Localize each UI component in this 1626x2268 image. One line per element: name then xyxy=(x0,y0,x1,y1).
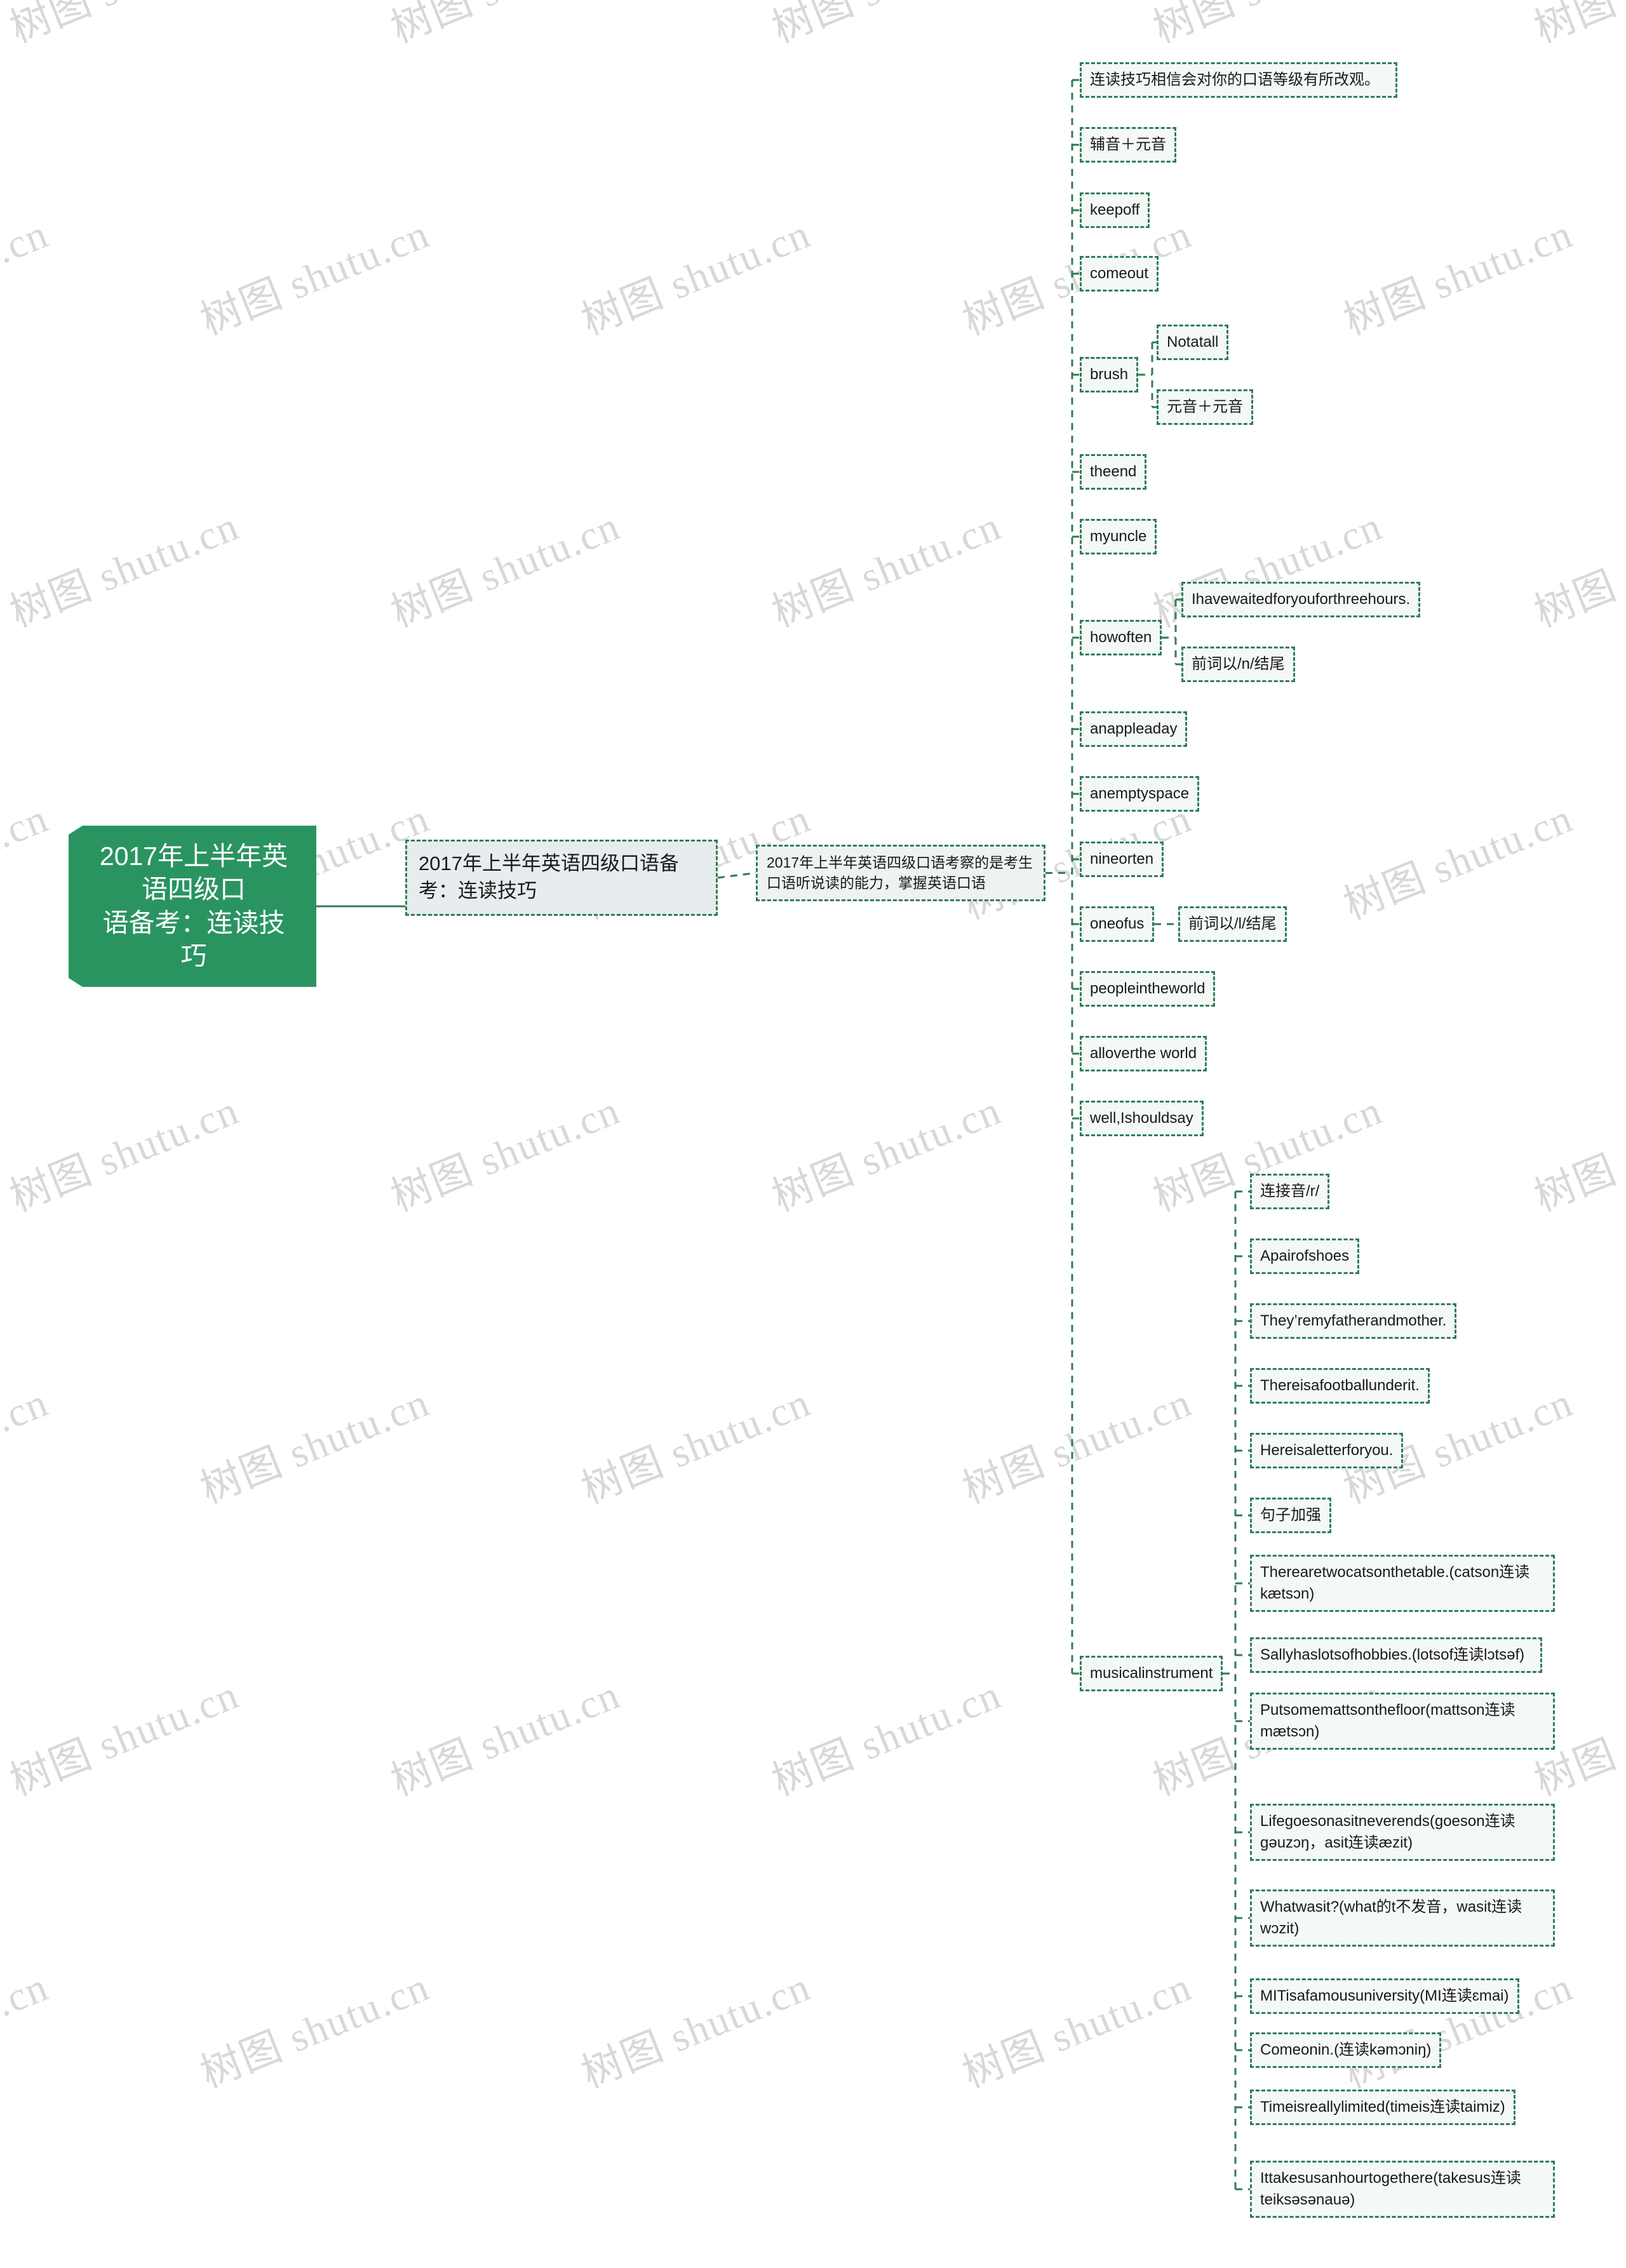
music-label-0: 连接音/r/ xyxy=(1260,1183,1320,1200)
branch-node-3[interactable]: comeout xyxy=(1080,256,1159,292)
root-label-line2: 语备考：连读技巧 xyxy=(102,908,285,971)
music-child-11[interactable]: MITisafamousuniversity(MI连读ɛmai) xyxy=(1250,1978,1519,2015)
music-label-1: Apairofshoes xyxy=(1260,1247,1350,1265)
music-child-3[interactable]: Thereisafootballunderit. xyxy=(1250,1368,1430,1404)
branch-label-1: 辅音＋元音 xyxy=(1090,136,1166,153)
branch-label-3: comeout xyxy=(1090,265,1149,282)
music-child-14[interactable]: Ittakesusanhourtogethere(takesus连读teiksə… xyxy=(1250,2161,1555,2218)
music-label-7: Sallyhaslotsofhobbies.(lotsof连读lɔtsəf) xyxy=(1260,1646,1525,1663)
branch-node-15[interactable]: musicalinstrument xyxy=(1080,1656,1223,1692)
music-label-8: Putsomemattsonthefloor(mattson连读mætsɔn) xyxy=(1260,1701,1515,1741)
music-child-5[interactable]: 句子加强 xyxy=(1250,1498,1331,1534)
branch-node-7-child-1[interactable]: 前词以/n/结尾 xyxy=(1181,647,1295,683)
branch-node-4[interactable]: brush xyxy=(1080,357,1139,393)
music-label-6: Therearetwocatsonthetable.(catson连读kætsɔ… xyxy=(1260,1564,1530,1603)
music-child-4[interactable]: Hereisaletterforyou. xyxy=(1250,1433,1404,1469)
branch-node-5[interactable]: theend xyxy=(1080,454,1147,490)
branch-node-11-child-0[interactable]: 前词以/l/结尾 xyxy=(1178,906,1287,943)
music-child-8[interactable]: Putsomemattsonthefloor(mattson连读mætsɔn) xyxy=(1250,1693,1555,1750)
branch-node-8[interactable]: anappleaday xyxy=(1080,711,1188,748)
music-label-11: MITisafamousuniversity(MI连读ɛmai) xyxy=(1260,1987,1509,2004)
root-label-line1: 2017年上半年英语四级口 xyxy=(99,842,288,904)
music-label-9: Lifegoesonasitneverends(goeson连读gəuzɔŋ，a… xyxy=(1260,1813,1515,1852)
music-child-12[interactable]: Comeonin.(连读kəmɔniŋ) xyxy=(1250,2032,1442,2069)
music-child-13[interactable]: Timeisreallylimited(timeis连读taimiz) xyxy=(1250,2090,1515,2126)
branch-node-9[interactable]: anemptyspace xyxy=(1080,776,1200,812)
music-label-10: Whatwasit?(what的t不发音，wasit连读wɔzit) xyxy=(1260,1898,1522,1938)
music-child-9[interactable]: Lifegoesonasitneverends(goeson连读gəuzɔŋ，a… xyxy=(1250,1804,1555,1862)
music-child-2[interactable]: They’remyfatherandmother. xyxy=(1250,1303,1457,1339)
branch-node-4-child-0[interactable]: Notatall xyxy=(1157,325,1229,361)
branch-label-4: brush xyxy=(1090,366,1129,383)
branch-label-4-child-0: Notatall xyxy=(1167,333,1219,351)
music-child-7[interactable]: Sallyhaslotsofhobbies.(lotsof连读lɔtsəf) xyxy=(1250,1637,1542,1674)
branch-node-11[interactable]: oneofus xyxy=(1080,906,1155,943)
music-label-4: Hereisaletterforyou. xyxy=(1260,1442,1394,1459)
branch-label-12: peopleintheworld xyxy=(1090,980,1206,997)
branch-label-5: theend xyxy=(1090,463,1137,480)
mindmap-canvas: 2017年上半年英语四级口 语备考：连读技巧 2017年上半年英语四级口语备考：… xyxy=(0,0,1626,2268)
music-label-13: Timeisreallylimited(timeis连读taimiz) xyxy=(1260,2098,1505,2116)
level3-label: 2017年上半年英语四级口语考察的是考生口语听说读的能力，掌握英语口语 xyxy=(767,854,1033,891)
branch-label-8: anappleaday xyxy=(1090,720,1178,737)
branch-label-15: musicalinstrument xyxy=(1090,1665,1213,1682)
branch-node-6[interactable]: myuncle xyxy=(1080,519,1157,555)
branch-label-13: alloverthe world xyxy=(1090,1045,1197,1062)
branch-node-0[interactable]: 连读技巧相信会对你的口语等级有所改观。 xyxy=(1080,62,1397,98)
branch-node-2[interactable]: keepoff xyxy=(1080,192,1150,229)
branch-label-14: well,Ishouldsay xyxy=(1090,1110,1193,1127)
music-label-5: 句子加强 xyxy=(1260,1506,1321,1524)
branch-node-13[interactable]: alloverthe world xyxy=(1080,1036,1207,1072)
branch-label-2: keepoff xyxy=(1090,201,1140,218)
branch-label-9: anemptyspace xyxy=(1090,785,1190,802)
music-label-12: Comeonin.(连读kəmɔniŋ) xyxy=(1260,2041,1432,2058)
music-label-3: Thereisafootballunderit. xyxy=(1260,1377,1420,1394)
branch-node-10[interactable]: nineorten xyxy=(1080,842,1164,878)
branch-label-4-child-1: 元音＋元音 xyxy=(1167,398,1243,415)
branch-node-12[interactable]: peopleintheworld xyxy=(1080,971,1216,1007)
music-child-6[interactable]: Therearetwocatsonthetable.(catson连读kætsɔ… xyxy=(1250,1555,1555,1613)
branch-label-0: 连读技巧相信会对你的口语等级有所改观。 xyxy=(1090,71,1380,88)
music-child-1[interactable]: Apairofshoes xyxy=(1250,1238,1360,1275)
branch-label-7-child-0: Ihavewaitedforyouforthreehours. xyxy=(1192,591,1411,608)
level3-node[interactable]: 2017年上半年英语四级口语考察的是考生口语听说读的能力，掌握英语口语 xyxy=(756,845,1045,902)
branch-label-6: myuncle xyxy=(1090,528,1147,545)
branch-node-4-child-1[interactable]: 元音＋元音 xyxy=(1157,389,1253,426)
music-label-14: Ittakesusanhourtogethere(takesus连读teiksə… xyxy=(1260,2170,1521,2209)
branch-node-7[interactable]: howoften xyxy=(1080,620,1162,656)
branch-node-1[interactable]: 辅音＋元音 xyxy=(1080,127,1176,163)
branch-label-7-child-1: 前词以/n/结尾 xyxy=(1192,655,1285,673)
level2-label: 2017年上半年英语四级口语备考：连读技巧 xyxy=(419,852,679,902)
branch-label-11-child-0: 前词以/l/结尾 xyxy=(1188,915,1277,932)
branch-label-11: oneofus xyxy=(1090,915,1145,932)
level2-node[interactable]: 2017年上半年英语四级口语备考：连读技巧 xyxy=(405,840,718,916)
music-label-2: They’remyfatherandmother. xyxy=(1260,1312,1447,1329)
branch-label-10: nineorten xyxy=(1090,850,1154,868)
branch-label-7: howoften xyxy=(1090,629,1152,646)
branch-node-7-child-0[interactable]: Ihavewaitedforyouforthreehours. xyxy=(1181,582,1421,618)
branch-node-14[interactable]: well,Ishouldsay xyxy=(1080,1101,1204,1137)
music-child-0[interactable]: 连接音/r/ xyxy=(1250,1174,1330,1210)
root-node[interactable]: 2017年上半年英语四级口 语备考：连读技巧 xyxy=(69,826,316,987)
music-child-10[interactable]: Whatwasit?(what的t不发音，wasit连读wɔzit) xyxy=(1250,1889,1555,1947)
